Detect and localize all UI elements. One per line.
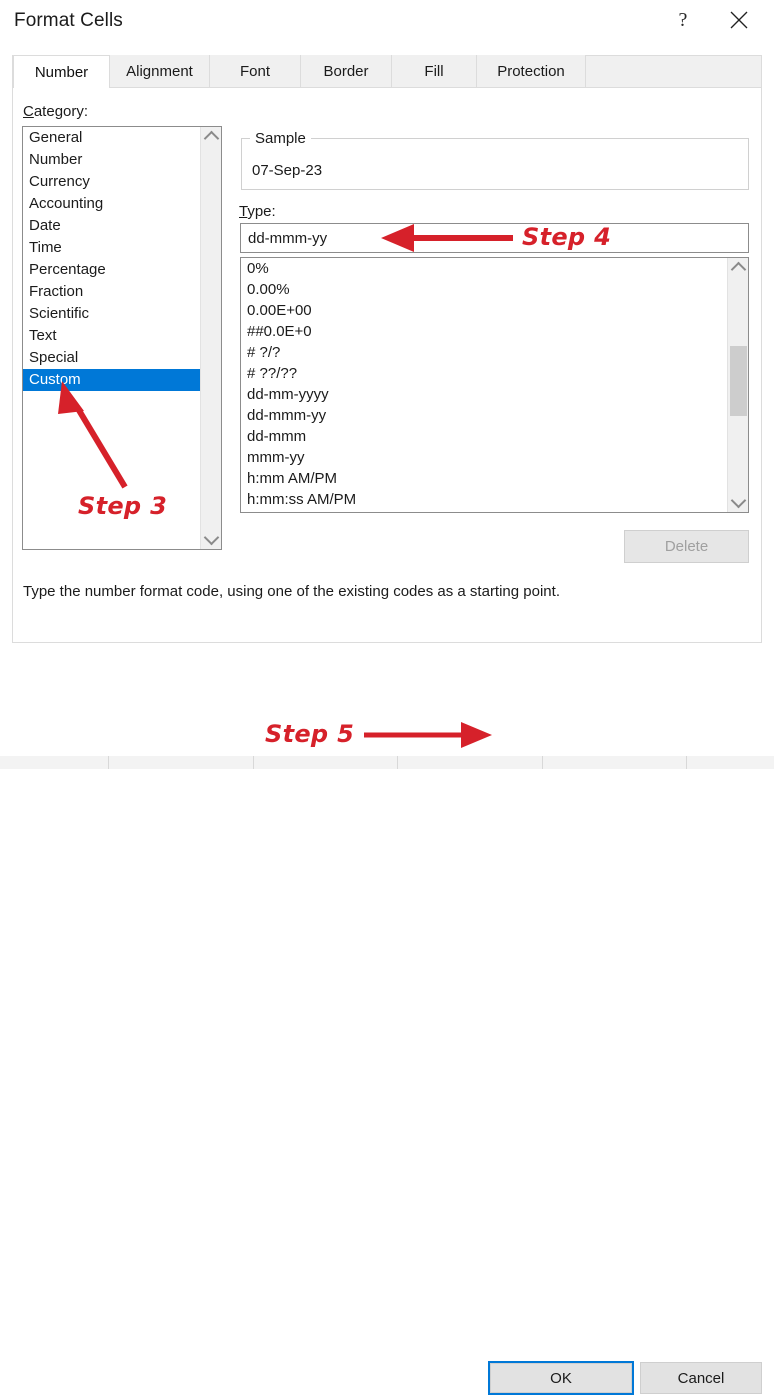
tab-number[interactable]: Number [13, 55, 110, 88]
help-button[interactable]: ? [660, 0, 706, 40]
type-item[interactable]: 0% [241, 258, 727, 279]
chevron-up-icon [203, 130, 220, 147]
type-item[interactable]: # ??/?? [241, 363, 727, 384]
type-item[interactable]: 0.00E+00 [241, 300, 727, 321]
tab-border[interactable]: Border [301, 55, 392, 88]
category-item-scientific[interactable]: Scientific [23, 303, 201, 325]
tab-alignment[interactable]: Alignment [110, 55, 210, 88]
type-item[interactable]: dd-mmm-yy [241, 405, 727, 426]
chevron-down-icon [730, 492, 747, 509]
type-item[interactable]: dd-mm-yyyy [241, 384, 727, 405]
category-scrollbar[interactable] [200, 127, 221, 549]
ok-button-focus-ring: OK [488, 1361, 634, 1395]
format-cells-dialog: Format Cells ? Number Alignment Font Border… [0, 0, 774, 1395]
type-label-rest: ype: [247, 203, 276, 220]
ok-button[interactable]: OK [490, 1363, 632, 1393]
dialog-title: Format Cells [14, 10, 123, 31]
type-item[interactable]: 0.00% [241, 279, 727, 300]
category-item-custom[interactable]: Custom [23, 369, 201, 391]
tab-protection[interactable]: Protection [477, 55, 586, 88]
close-x-icon [730, 11, 748, 29]
category-item-time[interactable]: Time [23, 237, 201, 259]
category-item-currency[interactable]: Currency [23, 171, 201, 193]
category-item-special[interactable]: Special [23, 347, 201, 369]
step-5-label: Step 5 [265, 720, 355, 748]
category-scroll-down-button[interactable] [201, 529, 221, 549]
category-item-accounting[interactable]: Accounting [23, 193, 201, 215]
category-listbox[interactable]: General Number Currency Accounting Date Time P… [22, 126, 222, 550]
chevron-down-icon [203, 529, 220, 546]
type-item[interactable]: # ?/? [241, 342, 727, 363]
category-item-date[interactable]: Date [23, 215, 201, 237]
type-input[interactable] [240, 223, 749, 253]
type-item[interactable]: mmm-yy [241, 447, 727, 468]
type-scrollbar-thumb[interactable] [730, 346, 747, 416]
close-button[interactable] [716, 0, 762, 40]
type-scroll-down-button[interactable] [728, 492, 748, 512]
category-item-number[interactable]: Number [23, 149, 201, 171]
tab-font[interactable]: Font [210, 55, 301, 88]
category-item-fraction[interactable]: Fraction [23, 281, 201, 303]
type-scrollbar[interactable] [727, 258, 748, 512]
category-item-text[interactable]: Text [23, 325, 201, 347]
step-3-label: Step 3 [78, 492, 168, 520]
type-item[interactable]: dd-mmm [241, 426, 727, 447]
category-item-general[interactable]: General [23, 127, 201, 149]
type-scroll-up-button[interactable] [728, 258, 748, 278]
chevron-up-icon [730, 261, 747, 278]
type-item[interactable]: ##0.0E+0 [241, 321, 727, 342]
cancel-button[interactable]: Cancel [640, 1362, 762, 1394]
format-help-text: Type the number format code, using one o… [23, 583, 560, 600]
category-list: General Number Currency Accounting Date Time P… [23, 127, 201, 391]
type-item[interactable]: h:mm AM/PM [241, 468, 727, 489]
dialog-footer: OK Cancel [0, 643, 774, 1395]
step-4-label: Step 4 [522, 223, 612, 251]
type-list: 0% 0.00% 0.00E+00 ##0.0E+0 # ?/? # ??/?? dd-mm… [241, 258, 727, 510]
delete-button[interactable]: Delete [624, 530, 749, 563]
category-label: Category: [23, 103, 88, 120]
type-label: Type: [239, 203, 276, 220]
tab-strip: Number Alignment Font Border Fill Protection [12, 55, 762, 88]
category-label-accel: C [23, 103, 34, 120]
dialog-titlebar: Format Cells ? [0, 0, 774, 47]
question-mark-icon: ? [678, 9, 688, 31]
type-item[interactable]: h:mm:ss AM/PM [241, 489, 727, 510]
type-listbox[interactable]: 0% 0.00% 0.00E+00 ##0.0E+0 # ?/? # ??/?? dd-mm… [240, 257, 749, 513]
sample-value: 07-Sep-23 [252, 162, 323, 179]
tab-fill[interactable]: Fill [392, 55, 477, 88]
category-scroll-up-button[interactable] [201, 127, 221, 147]
sample-legend: Sample [250, 130, 311, 147]
category-label-rest: ategory: [33, 103, 89, 120]
category-item-percentage[interactable]: Percentage [23, 259, 201, 281]
